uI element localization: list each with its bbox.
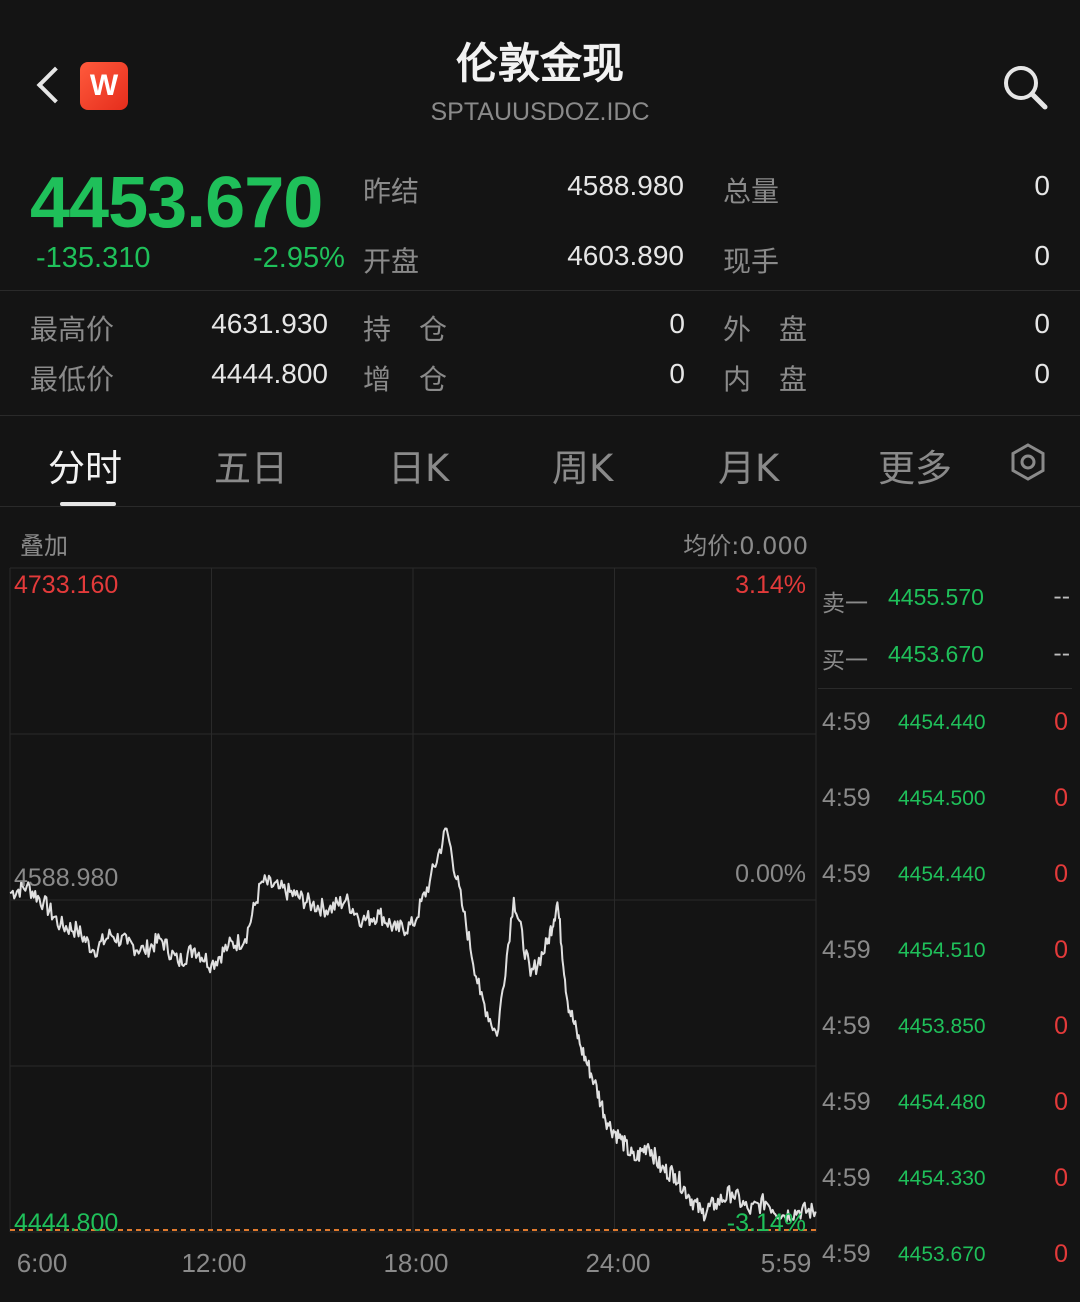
tick-price: 4454.480 [898, 1091, 986, 1114]
stats-panel: 最高价 4631.930 持 仓 0 外 盘 0 最低价 4444.800 增 … [0, 292, 1080, 414]
oi-chg-value: 0 [669, 358, 685, 389]
overlay-button[interactable]: 叠加 [20, 526, 68, 561]
price-change: -135.310 [36, 242, 151, 274]
high-label: 最高价 [30, 313, 115, 346]
low-value: 4444.800 [211, 358, 328, 389]
bid-row[interactable]: 买一 4453.670 -- [818, 641, 1080, 681]
quote-panel: 4453.670 -135.310 -2.95% 昨结 4588.980 总量 … [0, 150, 1080, 290]
settings-icon[interactable] [1008, 442, 1048, 482]
tick-price: 4453.670 [898, 1243, 986, 1266]
tick-volume: 0 [1054, 1164, 1068, 1192]
avg-price: 均价:0.000 [683, 532, 808, 560]
divider [0, 506, 1080, 507]
tick-row: 4:59 4454.330 0 [818, 1164, 1080, 1204]
ask-price: 4455.570 [888, 584, 984, 610]
tick-volume: 0 [1054, 1012, 1068, 1040]
bid-price: 4453.670 [888, 641, 984, 667]
tick-row: 4:59 4453.850 0 [818, 1012, 1080, 1052]
tick-list: 4:59 4454.440 0 4:59 4454.500 0 4:59 4454.440 0 4… [818, 708, 1080, 1302]
tick-time: 4:59 [822, 708, 871, 736]
oi-label: 持 仓 [363, 313, 448, 346]
prev-settle-value: 4588.980 [567, 170, 684, 201]
tick-row: 4:59 4453.670 0 [818, 1240, 1080, 1280]
tick-row: 4:59 4454.500 0 [818, 784, 1080, 824]
tab-five-day[interactable]: 五日 [214, 438, 288, 492]
tick-volume: 0 [1054, 708, 1068, 736]
y-mid-label: 4588.980 [14, 864, 118, 892]
bid-volume: -- [1053, 641, 1070, 667]
volume-label: 总量 [723, 175, 780, 208]
y-mid-pct: 0.00% [735, 860, 806, 888]
tick-price: 4454.330 [898, 1167, 986, 1190]
oi-chg-label: 增 仓 [363, 363, 448, 396]
last-price: 4453.670 [30, 163, 323, 243]
inner-label: 内 盘 [723, 363, 808, 396]
inner-value: 0 [1034, 358, 1050, 389]
tick-row: 4:59 4454.440 0 [818, 708, 1080, 748]
open-label: 开盘 [363, 245, 420, 278]
ask-row[interactable]: 卖一 4455.570 -- [818, 584, 1080, 624]
tick-price: 4454.440 [898, 863, 986, 886]
x-tick-label: 6:00 [17, 1248, 68, 1278]
ask-volume: -- [1053, 584, 1070, 610]
tick-time: 4:59 [822, 1240, 871, 1268]
low-label: 最低价 [30, 363, 115, 396]
x-tick-label: 18:00 [383, 1248, 448, 1278]
y-top-pct: 3.14% [735, 571, 806, 599]
tab-daily-k[interactable]: 日K [388, 438, 449, 492]
x-tick-label: 5:59 [761, 1248, 812, 1278]
tick-volume: 0 [1054, 784, 1068, 812]
tick-time: 4:59 [822, 1164, 871, 1192]
divider [0, 415, 1080, 416]
tick-volume: 0 [1054, 1240, 1068, 1268]
tick-price: 4453.850 [898, 1015, 986, 1038]
tab-more[interactable]: 更多 [878, 438, 952, 492]
y-top-label: 4733.160 [14, 571, 118, 599]
divider [0, 290, 1080, 291]
x-tick-label: 24:00 [585, 1248, 650, 1278]
instrument-code: SPTAUUSDOZ.IDC [430, 98, 650, 126]
period-tabs: 分时 五日 日K 周K 月K 更多 [0, 420, 1080, 508]
search-icon[interactable] [1000, 62, 1050, 112]
tick-time: 4:59 [822, 936, 871, 964]
page-title: 伦敦金现 [455, 39, 624, 88]
oi-value: 0 [669, 308, 685, 339]
top-bar: W 伦敦金现 SPTAUUSDOZ.IDC [0, 0, 1080, 150]
tick-time: 4:59 [822, 1088, 871, 1116]
chart-grid [9, 567, 817, 1233]
tab-intraday[interactable]: 分时 [48, 438, 122, 492]
tick-price: 4454.440 [898, 711, 986, 734]
tick-row: 4:59 4454.440 0 [818, 860, 1080, 900]
tick-time: 4:59 [822, 784, 871, 812]
intraday-chart[interactable]: 4733.160 3.14% 4588.980 0.00% 4444.800 -… [0, 560, 818, 1302]
volume-value: 0 [1034, 170, 1050, 201]
outer-value: 0 [1034, 308, 1050, 339]
tick-time: 4:59 [822, 1012, 871, 1040]
order-book-divider [818, 688, 1072, 689]
prev-settle-label: 昨结 [363, 175, 420, 208]
tick-price: 4454.500 [898, 787, 986, 810]
tick-volume: 0 [1054, 860, 1068, 888]
tick-price: 4454.510 [898, 939, 986, 962]
x-axis-ticks: 6:00 12:00 18:00 24:00 5:59 [17, 1248, 812, 1278]
tick-row: 4:59 4454.480 0 [818, 1088, 1080, 1128]
tick-time: 4:59 [822, 860, 871, 888]
bid-label: 买一 [822, 648, 868, 674]
open-value: 4603.890 [567, 240, 684, 271]
y-bottom-pct: -3.14% [727, 1209, 806, 1237]
tab-monthly-k[interactable]: 月K [718, 438, 779, 492]
outer-label: 外 盘 [723, 313, 808, 346]
lot-value: 0 [1034, 240, 1050, 271]
high-value: 4631.930 [211, 308, 328, 339]
price-change-pct: -2.95% [253, 242, 345, 274]
lot-label: 现手 [723, 245, 780, 278]
tab-weekly-k[interactable]: 周K [552, 438, 613, 492]
x-tick-label: 12:00 [181, 1248, 246, 1278]
tick-volume: 0 [1054, 1088, 1068, 1116]
y-bottom-label: 4444.800 [14, 1209, 118, 1237]
tick-volume: 0 [1054, 936, 1068, 964]
ask-label: 卖一 [822, 591, 868, 617]
tick-row: 4:59 4454.510 0 [818, 936, 1080, 976]
